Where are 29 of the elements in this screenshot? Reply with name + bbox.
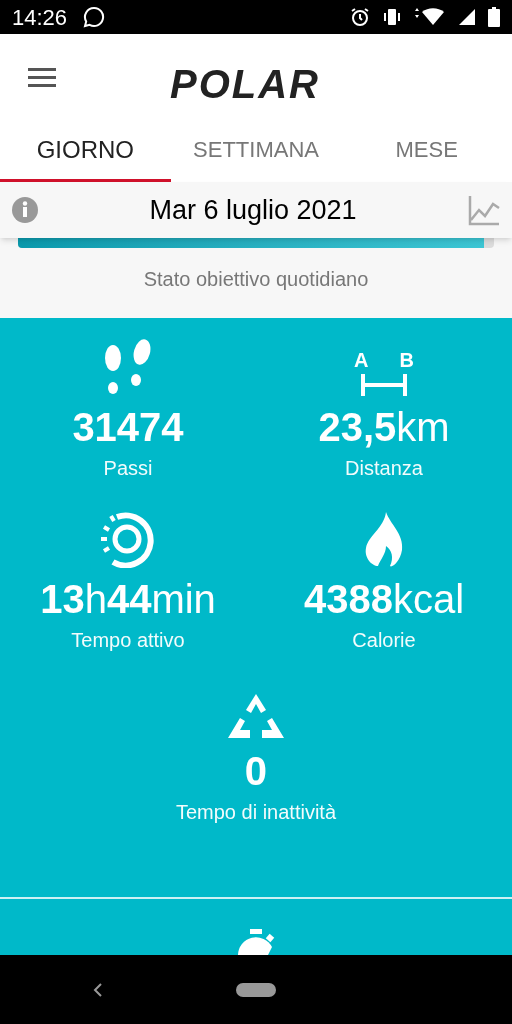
metric-value: 13h44min bbox=[40, 576, 216, 622]
metric-label: Tempo attivo bbox=[71, 628, 185, 653]
home-pill[interactable] bbox=[236, 982, 276, 997]
flame-icon bbox=[364, 512, 404, 568]
broken-triangle-icon bbox=[228, 692, 284, 740]
date-label: Mar 6 luglio 2021 bbox=[148, 193, 358, 227]
info-icon[interactable] bbox=[12, 197, 38, 223]
menu-icon bbox=[28, 67, 56, 87]
metric-label: Distanza bbox=[345, 456, 423, 481]
tab[interactable]: MESE bbox=[341, 120, 512, 182]
metric-value: 23,5km bbox=[318, 404, 450, 450]
chat-bubble-icon bbox=[83, 6, 106, 28]
goal-label: Stato obiettivo quotidiano bbox=[143, 267, 369, 292]
metric-value: 31474 bbox=[72, 404, 184, 450]
wifi-icon bbox=[414, 8, 446, 26]
signal-icon bbox=[458, 8, 476, 26]
activity-ring-icon bbox=[99, 510, 157, 568]
logo: POLAR bbox=[170, 61, 320, 108]
alarm-icon bbox=[350, 7, 370, 27]
metric-label: Calorie bbox=[352, 628, 416, 653]
metric-value: 4388kcal bbox=[303, 576, 465, 622]
metric-label: Tempo di inattività bbox=[175, 800, 337, 825]
back-icon[interactable] bbox=[92, 981, 104, 998]
metric-label: Passi bbox=[103, 456, 153, 481]
vibrate-icon bbox=[382, 8, 402, 26]
tab[interactable]: SETTIMANA bbox=[170, 120, 342, 182]
status-time: 14:26 bbox=[12, 3, 68, 32]
metric-value: 0 bbox=[244, 748, 268, 794]
battery-icon bbox=[488, 7, 500, 27]
